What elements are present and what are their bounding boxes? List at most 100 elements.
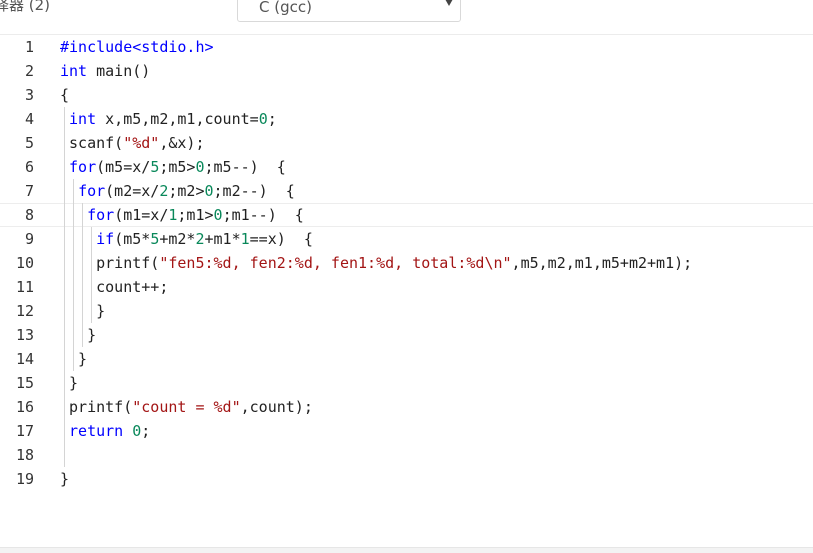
code-token: ==x) { xyxy=(249,230,313,248)
code-token: 0 xyxy=(204,182,214,200)
indent-guide xyxy=(64,107,65,443)
code-token: int xyxy=(60,62,88,80)
code-line[interactable]: 6 for(m5=x/5;m5>0;m5--) { xyxy=(0,155,813,179)
line-number: 5 xyxy=(24,134,34,152)
code-line[interactable]: 19} xyxy=(0,467,813,491)
language-select-value: C (gcc) xyxy=(259,0,312,16)
line-number: 3 xyxy=(24,86,34,104)
code-line[interactable]: 9 if(m5*5+m2*2+m1*1==x) { xyxy=(0,227,813,251)
code-line[interactable]: 11 count++; xyxy=(0,275,813,299)
language-select[interactable]: C (gcc) xyxy=(237,0,461,22)
code-token: printf( xyxy=(60,398,133,416)
code-token: ;m2> xyxy=(168,182,205,200)
code-token: for xyxy=(78,182,106,200)
code-text: scanf("%d",&x); xyxy=(60,131,205,155)
code-text: printf("count = %d",count); xyxy=(60,395,313,419)
code-line[interactable]: 8 for(m1=x/1;m1>0;m1--) { xyxy=(0,203,813,227)
code-token: ,m5,m2,m1,m5+m2+m1); xyxy=(511,254,693,272)
code-token: 0 xyxy=(132,422,142,440)
code-token: 0 xyxy=(258,110,268,128)
code-line[interactable]: 3{ xyxy=(0,83,813,107)
code-token: ; xyxy=(141,422,151,440)
code-text: #include<stdio.h> xyxy=(60,35,214,59)
code-token: "count = %d" xyxy=(132,398,241,416)
code-text: int x,m5,m2,m1,count=0; xyxy=(60,107,277,131)
line-number: 19 xyxy=(15,470,34,488)
code-token: "fen5:%d, fen2:%d, fen1:%d, total:%d\n" xyxy=(159,254,512,272)
code-text: for(m5=x/5;m5>0;m5--) { xyxy=(60,155,286,179)
code-editor[interactable]: 1 #include<stdio.h> 2 int main() 3{4 int x,m… xyxy=(0,35,813,547)
code-text: { xyxy=(60,83,69,107)
code-token: for xyxy=(69,158,97,176)
code-text: printf("fen5:%d, fen2:%d, fen1:%d, total… xyxy=(60,251,692,275)
code-token: count++; xyxy=(60,278,169,296)
code-token: ;m5--) { xyxy=(204,158,286,176)
line-number: 12 xyxy=(15,302,34,320)
code-line[interactable]: 2 int main() xyxy=(0,59,813,83)
line-number: 1 xyxy=(24,38,34,56)
code-line[interactable]: 16 printf("count = %d",count); xyxy=(0,395,813,419)
code-line[interactable]: 17 return 0; xyxy=(0,419,813,443)
line-number: 17 xyxy=(15,422,34,440)
code-token: ;m1--) { xyxy=(222,206,304,224)
code-text: } xyxy=(60,371,78,395)
code-line[interactable]: 14 } xyxy=(0,347,813,371)
code-token: +m1* xyxy=(204,230,241,248)
code-token: 1 xyxy=(240,230,250,248)
code-line[interactable]: 12 } xyxy=(0,299,813,323)
code-token: scanf( xyxy=(60,134,124,152)
code-line[interactable]: 13 } xyxy=(0,323,813,347)
code-token: #include<stdio.h> xyxy=(60,38,214,56)
code-token: +m2* xyxy=(159,230,196,248)
code-token: ,count); xyxy=(240,398,313,416)
code-text: for(m2=x/2;m2>0;m2--) { xyxy=(60,179,295,203)
code-token: (m5* xyxy=(114,230,151,248)
code-text: if(m5*5+m2*2+m1*1==x) { xyxy=(60,227,313,251)
code-line[interactable]: 10 printf("fen5:%d, fen2:%d, fen1:%d, to… xyxy=(0,251,813,275)
indent-guide xyxy=(82,203,84,347)
indent-guide xyxy=(91,227,93,323)
code-token: return xyxy=(69,422,124,440)
code-line[interactable]: 1 #include<stdio.h> xyxy=(0,35,813,59)
line-number: 6 xyxy=(24,158,34,176)
code-token: ;m2--) { xyxy=(213,182,295,200)
line-number: 11 xyxy=(15,278,34,296)
code-token: ; xyxy=(267,110,277,128)
line-number: 18 xyxy=(15,446,34,464)
code-token: ;m1> xyxy=(177,206,214,224)
code-token: for xyxy=(87,206,115,224)
code-token: 5 xyxy=(150,230,160,248)
line-number: 2 xyxy=(24,62,34,80)
code-token: (m2=x/ xyxy=(105,182,160,200)
code-text: return 0; xyxy=(60,419,150,443)
indent-guide xyxy=(73,179,75,371)
code-token: 0 xyxy=(195,158,205,176)
line-number: 4 xyxy=(24,110,34,128)
code-token: } xyxy=(60,326,97,344)
line-number: 14 xyxy=(15,350,34,368)
code-line[interactable]: 15 } xyxy=(0,371,813,395)
code-token: ;m5> xyxy=(159,158,196,176)
code-token: (m1=x/ xyxy=(114,206,169,224)
code-token: (m5=x/ xyxy=(96,158,151,176)
code-token: ,&x); xyxy=(159,134,205,152)
line-number: 10 xyxy=(15,254,34,272)
code-token: x,m5,m2,m1,count= xyxy=(96,110,259,128)
code-token: 2 xyxy=(195,230,205,248)
code-text: count++; xyxy=(60,275,168,299)
line-number: 15 xyxy=(15,374,34,392)
code-line[interactable]: 18 xyxy=(0,443,813,467)
line-number: 9 xyxy=(24,230,34,248)
code-line[interactable]: 4 int x,m5,m2,m1,count=0; xyxy=(0,107,813,131)
code-token: "%d" xyxy=(123,134,160,152)
editor-toolbar: 译器 (2) C (gcc) xyxy=(0,0,813,35)
line-number: 13 xyxy=(15,326,34,344)
code-line[interactable]: 5 scanf("%d",&x); xyxy=(0,131,813,155)
code-text: } xyxy=(60,467,69,491)
code-token: 0 xyxy=(213,206,223,224)
compiler-label: 译器 (2) xyxy=(0,0,51,14)
code-line[interactable]: 7 for(m2=x/2;m2>0;m2--) { xyxy=(0,179,813,203)
indent-guide xyxy=(64,443,65,467)
